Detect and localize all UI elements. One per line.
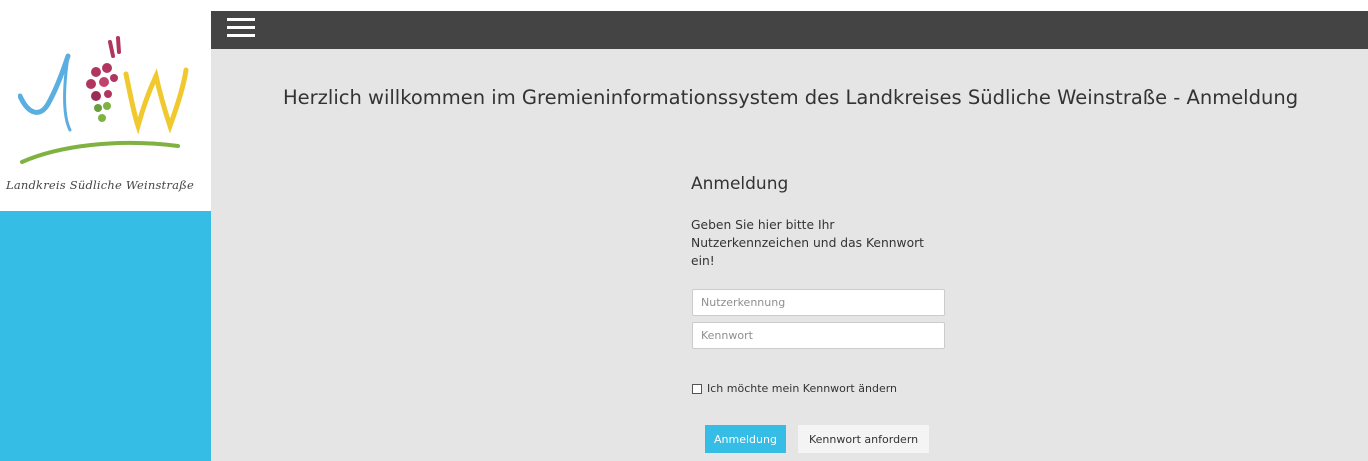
change-password-checkbox[interactable] (692, 383, 702, 394)
logo[interactable]: Landkreis Südliche Weinstraße (0, 0, 211, 211)
login-button[interactable]: Anmeldung (705, 425, 786, 453)
landkreis-logo-icon (18, 36, 189, 164)
sidebar: Landkreis Südliche Weinstraße (0, 0, 211, 461)
page-title: Herzlich willkommen im Gremieninformatio… (283, 86, 1299, 109)
change-password-label[interactable]: Ich möchte mein Kennwort ändern (707, 382, 897, 395)
request-password-button[interactable]: Kennwort anfordern (798, 425, 930, 453)
main-content: Herzlich willkommen im Gremieninformatio… (211, 49, 1368, 461)
login-instruction: Geben Sie hier bitte Ihr Nutzerkennzeich… (691, 218, 925, 268)
change-password-option[interactable]: Ich möchte mein Kennwort ändern (692, 382, 897, 395)
username-input[interactable] (692, 289, 945, 316)
password-input[interactable] (692, 322, 945, 349)
hamburger-menu-icon[interactable] (227, 16, 255, 40)
login-heading: Anmeldung (691, 174, 789, 194)
logo-caption: Landkreis Südliche Weinstraße (6, 178, 195, 192)
topbar (211, 11, 1368, 49)
sidebar-panel (0, 211, 211, 461)
